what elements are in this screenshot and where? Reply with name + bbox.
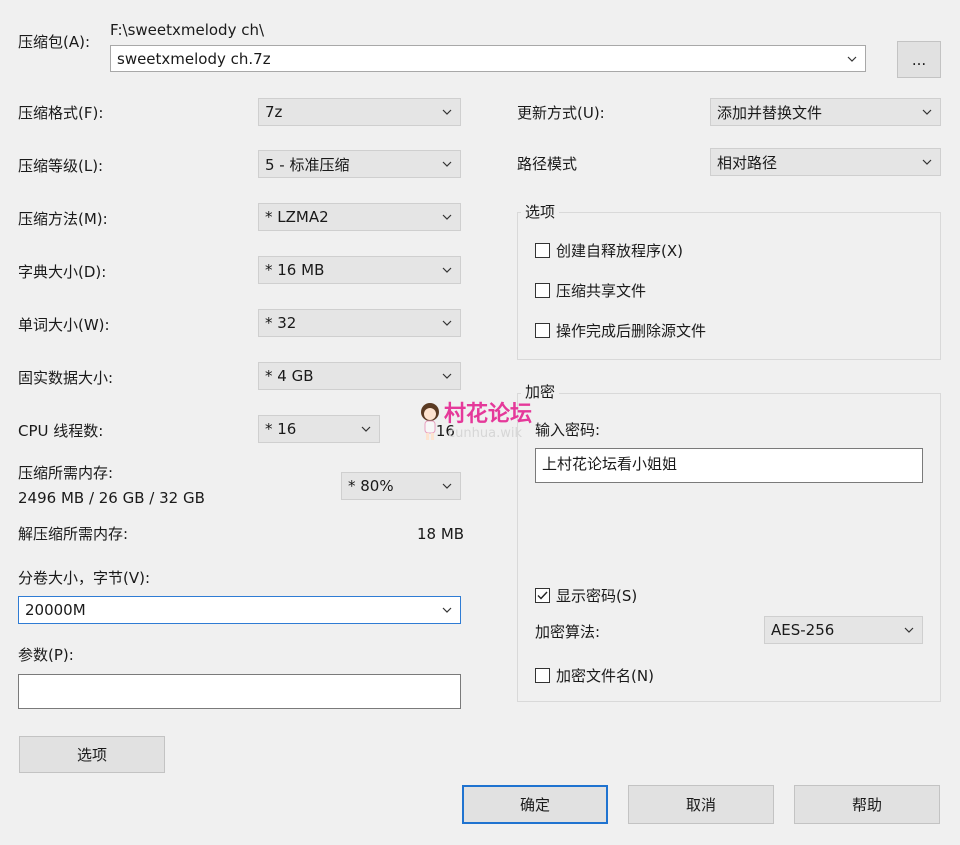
archive-name-combo[interactable]: sweetxmelody ch.7z — [110, 45, 866, 72]
mem-percent-select[interactable]: * 80% — [341, 472, 461, 500]
encrypt-names-checkbox[interactable]: 加密文件名(N) — [535, 665, 654, 686]
chevron-down-icon — [440, 210, 454, 224]
chevron-down-icon — [440, 105, 454, 119]
level-select[interactable]: 5 - 标准压缩 — [258, 150, 461, 178]
watermark-sub: cunhua.wik — [448, 426, 522, 441]
cpu-value: * 16 — [265, 420, 297, 438]
chevron-down-icon — [845, 52, 859, 66]
format-label: 压缩格式(F): — [18, 104, 104, 122]
method-select[interactable]: * LZMA2 — [258, 203, 461, 231]
dict-label: 字典大小(D): — [18, 263, 107, 281]
level-value: 5 - 标准压缩 — [265, 155, 350, 174]
help-button[interactable]: 帮助 — [794, 785, 940, 824]
mem-label: 压缩所需内存: — [18, 464, 114, 482]
word-select[interactable]: * 32 — [258, 309, 461, 337]
checkbox-box — [535, 323, 550, 338]
archive-name-value: sweetxmelody ch.7z — [117, 49, 271, 68]
update-value: 添加并替换文件 — [717, 103, 823, 122]
ok-button[interactable]: 确定 — [462, 785, 608, 824]
encrypt-names-label: 加密文件名(N) — [556, 667, 654, 685]
watermark: 村花论坛 cunhua.wik — [418, 402, 532, 442]
dict-select[interactable]: * 16 MB — [258, 256, 461, 284]
chevron-down-icon — [920, 105, 934, 119]
chevron-down-icon — [440, 479, 454, 493]
word-label: 单词大小(W): — [18, 316, 110, 334]
path-mode-label: 路径模式 — [517, 155, 578, 173]
split-size-value: 20000M — [25, 601, 86, 619]
delete-source-checkbox[interactable]: 操作完成后删除源文件 — [535, 320, 706, 341]
archive-label: 压缩包(A): — [18, 33, 91, 51]
split-label: 分卷大小，字节(V): — [18, 569, 151, 587]
password-label: 输入密码: — [535, 421, 601, 439]
encryption-group-title: 加密 — [521, 382, 560, 402]
checkmark-icon — [537, 591, 548, 600]
sfx-label: 创建自释放程序(X) — [556, 242, 683, 260]
params-label: 参数(P): — [18, 646, 74, 664]
method-value: * LZMA2 — [265, 208, 329, 226]
checkbox-box — [535, 668, 550, 683]
delete-source-label: 操作完成后删除源文件 — [556, 322, 707, 340]
checkbox-box — [535, 243, 550, 258]
decomp-value: 18 MB — [417, 525, 465, 543]
path-mode-select[interactable]: 相对路径 — [710, 148, 941, 176]
mem-percent-value: * 80% — [348, 477, 394, 495]
chevron-down-icon — [440, 263, 454, 277]
options-group-title: 选项 — [521, 202, 560, 222]
algo-select[interactable]: AES-256 — [764, 616, 923, 644]
word-value: * 32 — [265, 314, 297, 332]
chevron-down-icon — [902, 623, 916, 637]
cpu-label: CPU 线程数: — [18, 422, 104, 440]
chevron-down-icon — [359, 422, 373, 436]
show-password-label: 显示密码(S) — [556, 587, 638, 605]
algo-value: AES-256 — [771, 621, 835, 639]
options-button[interactable]: 选项 — [19, 736, 165, 773]
dict-value: * 16 MB — [265, 261, 325, 279]
watermark-text: 村花论坛 — [444, 402, 533, 427]
shared-label: 压缩共享文件 — [556, 282, 647, 300]
chevron-down-icon — [440, 603, 454, 617]
chevron-down-icon — [920, 155, 934, 169]
algo-label: 加密算法: — [535, 623, 601, 641]
solid-label: 固实数据大小: — [18, 369, 114, 387]
decomp-label: 解压缩所需内存: — [18, 525, 129, 543]
browse-button[interactable]: ... — [897, 41, 941, 78]
show-password-checkbox[interactable]: 显示密码(S) — [535, 585, 637, 606]
update-label: 更新方式(U): — [517, 104, 605, 122]
chevron-down-icon — [440, 369, 454, 383]
format-select[interactable]: 7z — [258, 98, 461, 126]
sfx-checkbox[interactable]: 创建自释放程序(X) — [535, 240, 683, 261]
split-size-combo[interactable]: 20000M — [18, 596, 461, 624]
password-input[interactable]: 上村花论坛看小姐姐 — [535, 448, 923, 483]
shared-checkbox[interactable]: 压缩共享文件 — [535, 280, 646, 301]
level-label: 压缩等级(L): — [18, 157, 104, 175]
cpu-select[interactable]: * 16 — [258, 415, 380, 443]
solid-select[interactable]: * 4 GB — [258, 362, 461, 390]
method-label: 压缩方法(M): — [18, 210, 108, 228]
solid-value: * 4 GB — [265, 367, 314, 385]
checkbox-box — [535, 283, 550, 298]
cancel-button[interactable]: 取消 — [628, 785, 774, 824]
format-value: 7z — [265, 103, 283, 121]
params-input[interactable] — [18, 674, 461, 709]
mem-value: 2496 MB / 26 GB / 32 GB — [18, 489, 205, 507]
chevron-down-icon — [440, 157, 454, 171]
girl-mascot-icon — [421, 403, 439, 440]
archive-path: F:\sweetxmelody ch\ — [110, 21, 265, 39]
chevron-down-icon — [440, 316, 454, 330]
path-mode-value: 相对路径 — [717, 153, 778, 172]
checkbox-box — [535, 588, 550, 603]
update-select[interactable]: 添加并替换文件 — [710, 98, 941, 126]
